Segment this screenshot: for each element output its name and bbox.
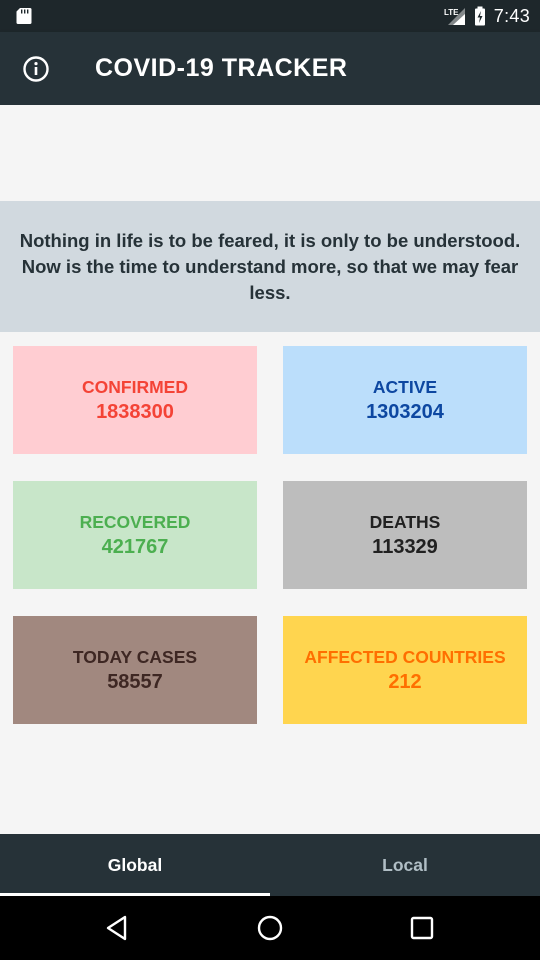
today-cases-label: TODAY CASES: [72, 647, 198, 667]
status-bar: LTE 7:43: [0, 0, 540, 32]
recovered-card: RECOVERED 421767: [13, 481, 257, 589]
confirmed-value: 1838300: [96, 401, 174, 423]
affected-countries-value: 212: [388, 671, 422, 693]
battery-charging-icon: [474, 6, 485, 26]
back-icon[interactable]: [102, 912, 134, 944]
status-time: 7:43: [493, 5, 530, 26]
today-cases-value: 58557: [107, 671, 163, 693]
recovered-value: 421767: [101, 536, 169, 558]
confirmed-card: CONFIRMED 1838300: [13, 346, 257, 454]
affected-countries-card: AFFECTED COUNTRIES 212: [283, 616, 527, 724]
main-content: Nothing in life is to be feared, it is o…: [0, 105, 540, 834]
bottom-tab-bar: Global Local: [0, 834, 540, 896]
app-title: COVID-19 TRACKER: [95, 54, 348, 82]
tab-local-label: Local: [382, 854, 428, 875]
signal-icon: LTE: [444, 8, 465, 25]
active-label: ACTIVE: [372, 377, 438, 397]
system-nav-bar: [0, 896, 540, 960]
recents-icon[interactable]: [406, 912, 438, 944]
today-cases-card: TODAY CASES 58557: [13, 616, 257, 724]
quote-text: Nothing in life is to be feared, it is o…: [19, 229, 521, 303]
deaths-label: DEATHS: [369, 512, 441, 532]
confirmed-label: CONFIRMED: [82, 377, 188, 397]
affected-countries-label: AFFECTED COUNTRIES: [304, 647, 506, 667]
deaths-value: 113329: [372, 536, 438, 558]
deaths-card: DEATHS 113329: [283, 481, 527, 589]
active-card: ACTIVE 1303204: [283, 346, 527, 454]
recovered-label: RECOVERED: [79, 512, 191, 532]
info-icon[interactable]: [22, 55, 50, 83]
tab-global-label: Global: [107, 854, 163, 875]
active-value: 1303204: [366, 401, 444, 423]
app-bar: COVID-19 TRACKER: [0, 32, 540, 105]
network-type-label: LTE: [444, 8, 459, 17]
home-icon[interactable]: [254, 912, 286, 944]
quote-banner: Nothing in life is to be feared, it is o…: [0, 201, 540, 332]
tab-global[interactable]: Global: [0, 834, 270, 896]
sd-card-icon: [16, 8, 32, 24]
tab-local[interactable]: Local: [270, 834, 540, 896]
